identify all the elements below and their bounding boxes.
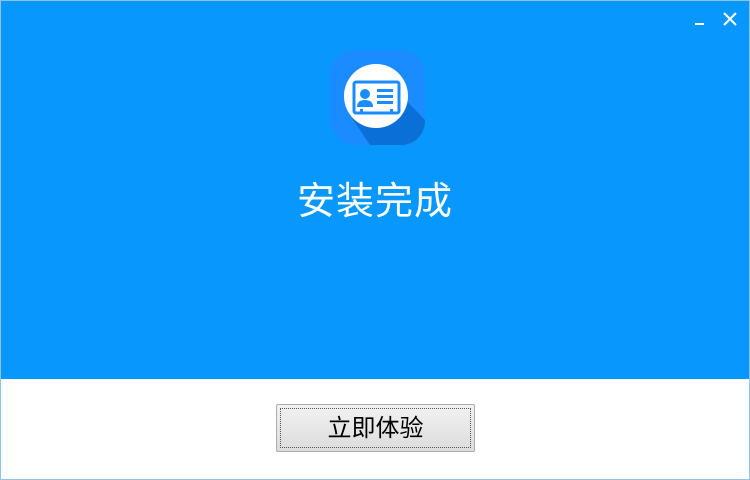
id-card-icon (330, 50, 425, 145)
installer-window: 安装完成 立即体验 (0, 0, 750, 480)
install-complete-title: 安装完成 (296, 179, 453, 223)
minimize-button[interactable] (687, 7, 713, 33)
minimize-icon (695, 23, 704, 25)
try-now-button[interactable]: 立即体验 (276, 404, 475, 452)
close-button[interactable] (717, 7, 743, 33)
header-banner: 安装完成 (1, 1, 749, 379)
footer-area: 立即体验 (1, 379, 749, 479)
close-icon (723, 12, 737, 26)
app-logo (330, 50, 425, 145)
try-now-button-label: 立即体验 (327, 414, 424, 442)
